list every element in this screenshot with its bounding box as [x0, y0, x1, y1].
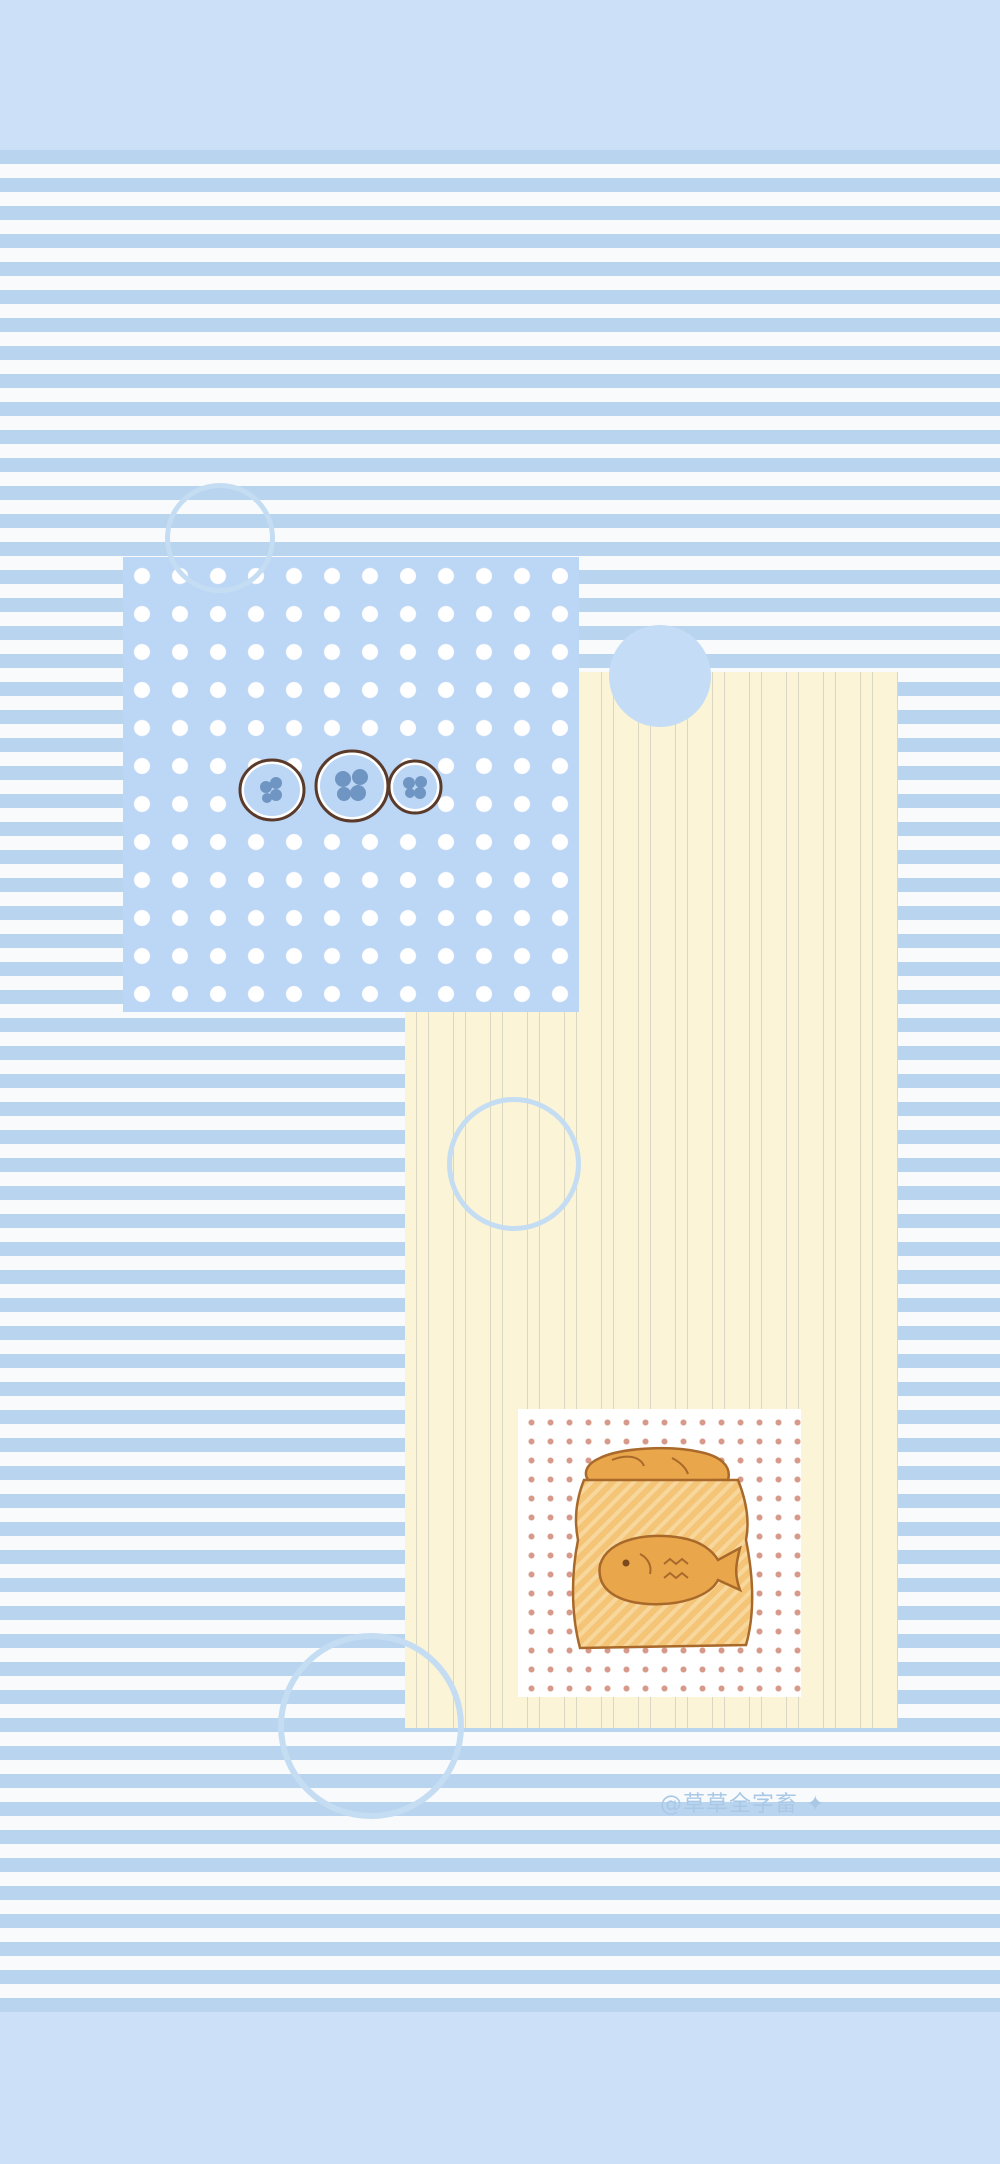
ring-circle-top: [165, 483, 275, 593]
ring-circle-middle: [447, 1097, 581, 1231]
wallpaper: @草草全字畜 ✦: [0, 0, 1000, 2164]
artist-watermark: @草草全字畜 ✦: [660, 1786, 850, 1818]
watermark-text: @草草全字畜: [660, 1792, 799, 1817]
taiyaki-bag-icon: [571, 1446, 754, 1650]
top-band: [0, 0, 1000, 150]
sparkle-icon: ✦: [798, 1792, 826, 1817]
clover-cookie-stickers: [238, 749, 443, 823]
clover-cookie-icon: [387, 759, 443, 815]
clover-cookie-icon: [238, 758, 306, 822]
ring-circle-bottom: [278, 1633, 464, 1819]
bottom-band: [0, 2012, 1000, 2164]
blue-disc: [609, 625, 711, 727]
clover-cookie-icon: [314, 749, 390, 823]
